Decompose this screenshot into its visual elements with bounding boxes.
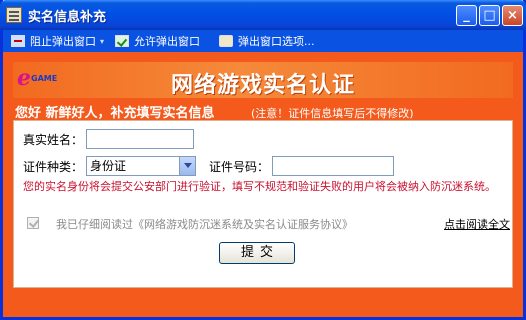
- chevron-down-icon: ▾: [100, 36, 105, 46]
- window-title: 实名信息补充: [28, 10, 107, 25]
- id-type-select[interactable]: 身份证: [86, 156, 196, 176]
- title-bar[interactable]: 实名信息补充 _ □ ×: [0, 0, 526, 30]
- submit-button[interactable]: 提交: [219, 242, 295, 264]
- block-popup-button[interactable]: 阻止弹出窗口 ▾: [11, 33, 104, 49]
- page-title: 网络游戏实名认证: [170, 73, 355, 98]
- allow-popup-button[interactable]: 允许弹出窗口: [115, 33, 200, 49]
- real-name-label: 真实姓名：: [23, 133, 84, 147]
- real-name-input[interactable]: [86, 129, 194, 149]
- id-number-label: 证件号码：: [209, 160, 270, 174]
- close-button[interactable]: ×: [502, 5, 523, 26]
- check-icon: [115, 35, 129, 47]
- dialog-window: 实名信息补充 _ □ × 阻止弹出窗口 ▾ 允许弹出窗口 弹出窗口选项... e…: [0, 0, 526, 320]
- options-icon: [219, 35, 233, 47]
- verification-warning: 您的实名身份将会提交公安部门进行验证，填写不规范和验证失败的用户将会被纳入防沉迷…: [23, 180, 496, 193]
- notice-text: (注意！证件信息填写后不得修改): [251, 107, 414, 120]
- maximize-button[interactable]: □: [479, 5, 500, 26]
- main-content: e GAME 网络游戏实名认证 您好 新鲜好人，补充填写实名信息 (注意！证件信…: [3, 52, 523, 317]
- agreement-text: 我已仔细阅读过《网络游戏防沉迷系统及实名认证服务协议》: [56, 218, 353, 231]
- id-number-input[interactable]: [272, 156, 394, 176]
- id-type-label: 证件种类：: [23, 160, 84, 174]
- popup-toolbar: 阻止弹出窗口 ▾ 允许弹出窗口 弹出窗口选项...: [3, 30, 523, 52]
- popup-options-button[interactable]: 弹出窗口选项...: [219, 33, 315, 49]
- block-icon: [11, 35, 25, 47]
- minimize-button[interactable]: _: [456, 5, 477, 26]
- block-popup-label: 阻止弹出窗口: [30, 35, 96, 48]
- chevron-down-icon[interactable]: [179, 157, 195, 175]
- window-icon: [6, 7, 22, 23]
- id-type-value: 身份证: [90, 159, 127, 173]
- agreement-checkbox[interactable]: [27, 217, 39, 229]
- popup-options-label: 弹出窗口选项...: [238, 35, 315, 48]
- read-full-link[interactable]: 点击阅读全文: [444, 216, 510, 232]
- greeting-text: 您好 新鲜好人，补充填写实名信息: [15, 106, 215, 121]
- allow-popup-label: 允许弹出窗口: [134, 35, 200, 48]
